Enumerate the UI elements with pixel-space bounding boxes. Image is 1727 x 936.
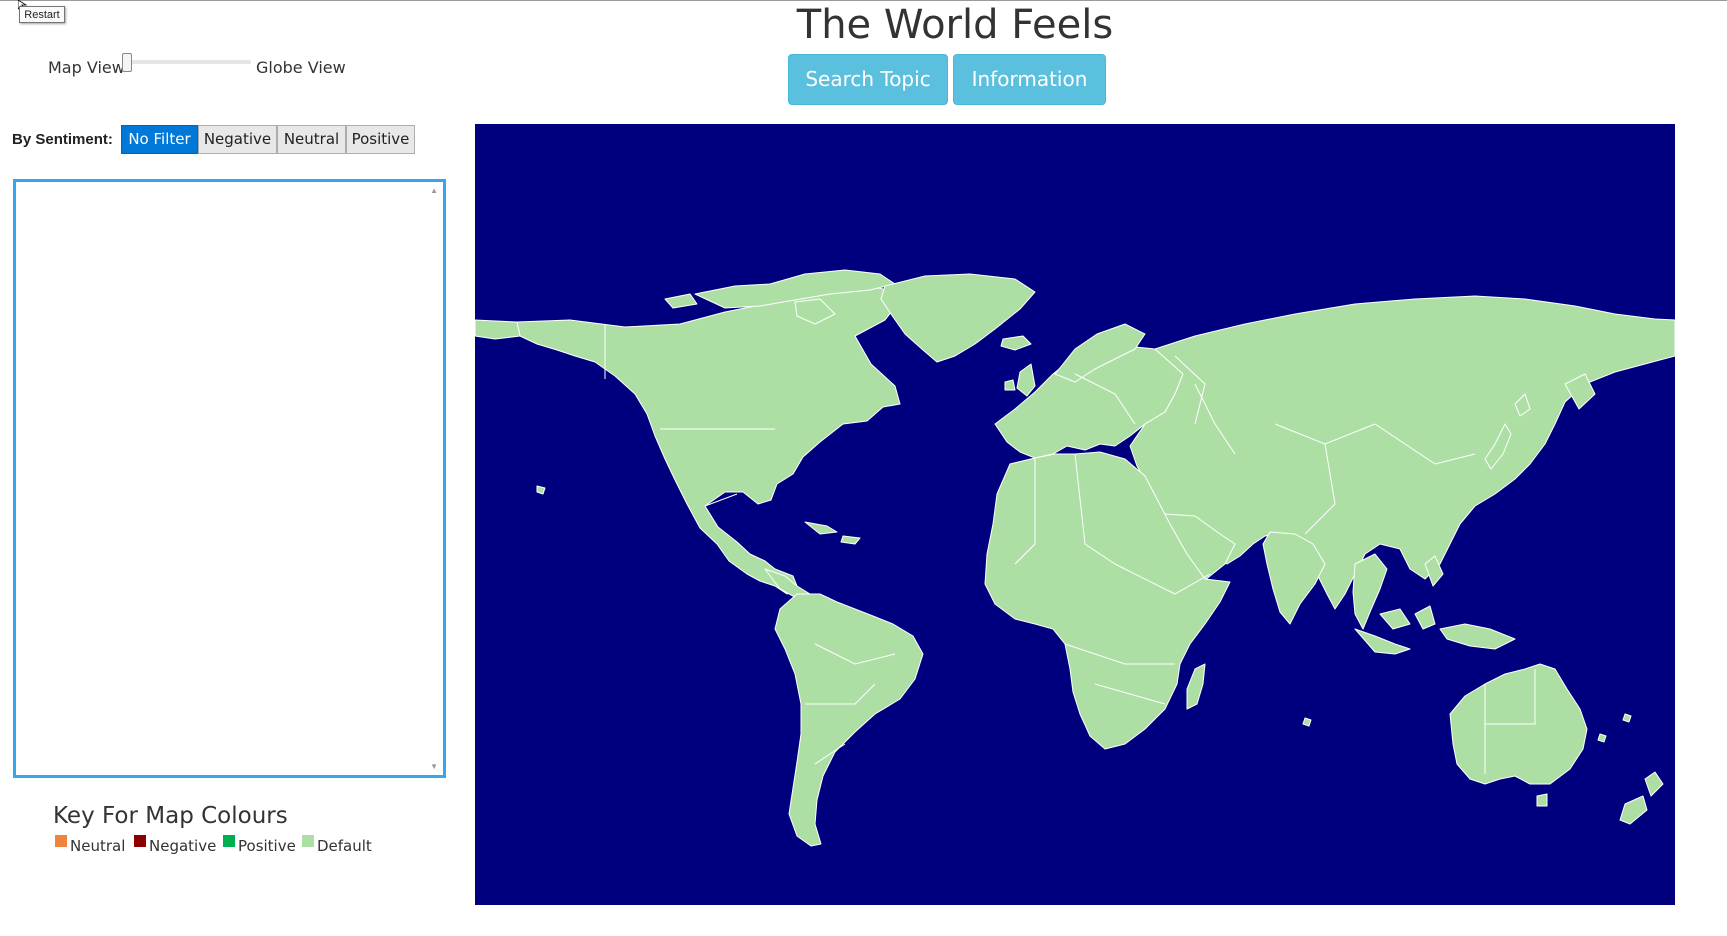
- key-label: Positive: [238, 837, 296, 855]
- scroll-down-icon[interactable]: ▼: [430, 762, 438, 771]
- key-item-negative: Negative: [134, 835, 217, 855]
- filter-no-filter-button[interactable]: No Filter: [121, 125, 198, 154]
- key-item-neutral: Neutral: [55, 835, 126, 855]
- key-label: Neutral: [70, 837, 126, 855]
- window-top-border: [0, 0, 1727, 1]
- world-map-svg: [475, 269, 1675, 847]
- key-item-positive: Positive: [223, 835, 296, 855]
- view-slider-track[interactable]: [124, 60, 251, 64]
- sentiment-filter-label: By Sentiment:: [12, 131, 113, 148]
- information-button[interactable]: Information: [953, 54, 1106, 105]
- world-map[interactable]: [475, 124, 1675, 905]
- map-key-title: Key For Map Colours: [53, 803, 288, 829]
- filter-neutral-button[interactable]: Neutral: [277, 125, 346, 154]
- key-label: Negative: [149, 837, 217, 855]
- positive-swatch: [223, 835, 235, 847]
- alaska-region: [475, 319, 521, 340]
- key-item-default: Default: [302, 835, 372, 855]
- neutral-swatch: [55, 835, 67, 847]
- key-label: Default: [317, 837, 372, 855]
- negative-swatch: [134, 835, 146, 847]
- view-slider-thumb[interactable]: [122, 53, 132, 72]
- restart-tooltip: Restart: [19, 6, 65, 23]
- globe-view-label: Globe View: [256, 58, 346, 77]
- filter-negative-button[interactable]: Negative: [198, 125, 277, 154]
- north-america-region: [516, 285, 906, 595]
- filter-positive-button[interactable]: Positive: [346, 125, 415, 154]
- default-swatch: [302, 835, 314, 847]
- scroll-up-icon[interactable]: ▲: [430, 186, 438, 195]
- south-america-region: [774, 593, 924, 847]
- tweet-list[interactable]: ▲ ▼: [13, 179, 446, 778]
- search-topic-button[interactable]: Search Topic: [788, 54, 948, 105]
- map-view-label: Map View: [48, 58, 125, 77]
- page-title: The World Feels: [796, 2, 1114, 48]
